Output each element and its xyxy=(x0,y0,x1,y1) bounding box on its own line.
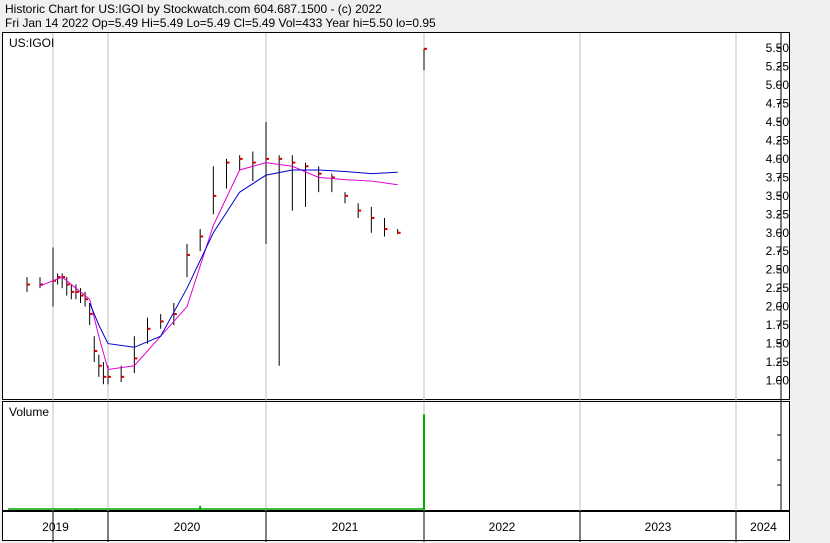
symbol-label: US:IGOI xyxy=(9,36,55,50)
price-tick-label: 4.75 xyxy=(766,96,790,110)
price-tick-label: 1.50 xyxy=(766,337,790,351)
price-tick-label: 4.00 xyxy=(766,152,790,166)
price-tick-label: 2.25 xyxy=(766,281,790,295)
price-tick-label: 3.75 xyxy=(766,170,790,184)
ma-long-line xyxy=(89,169,398,348)
price-tick-label: 5.00 xyxy=(766,78,790,92)
price-pane: 1.00 1.25 1.50 1.75 2.00 2.25 2.50 2.75 3.00 3.25… xyxy=(2,32,790,401)
year-axis-svg: 2019 2020 2021 2022 2023 2024 xyxy=(42,512,777,542)
year-label: 2019 xyxy=(42,520,69,534)
price-tick-label: 1.00 xyxy=(766,374,790,388)
year-label: 2022 xyxy=(489,520,516,534)
price-tick-label: 3.50 xyxy=(766,189,790,203)
price-tick-label: 5.25 xyxy=(766,60,790,74)
year-label: 2023 xyxy=(645,520,672,534)
price-tick-label: 4.50 xyxy=(766,115,790,129)
chart-header-quote: Fri Jan 14 2022 Op=5.49 Hi=5.49 Lo=5.49 … xyxy=(5,16,436,30)
ma-short-line xyxy=(39,162,398,371)
price-tick-label: 3.00 xyxy=(766,226,790,240)
price-tick-label: 2.00 xyxy=(766,300,790,314)
year-axis: 2019 2020 2021 2022 2023 2024 xyxy=(2,511,790,542)
price-tick-label: 1.25 xyxy=(766,355,790,369)
price-tick-label: 5.50 xyxy=(766,41,790,55)
year-label: 2021 xyxy=(332,520,359,534)
price-tick-label: 2.50 xyxy=(766,263,790,277)
volume-pane: 300 k600 k900 k Volume xyxy=(2,401,790,512)
price-tick-label: 1.75 xyxy=(766,318,790,332)
volume-chart: 300 k600 k900 k xyxy=(8,402,782,512)
price-tick-label: 4.25 xyxy=(766,133,790,147)
price-chart: 1.00 1.25 1.50 1.75 2.00 2.25 2.50 2.75 3.00 3.25… xyxy=(26,33,790,401)
price-tick-label: 3.25 xyxy=(766,207,790,221)
volume-label: Volume xyxy=(9,405,50,419)
year-label: 2020 xyxy=(174,520,201,534)
chart-header-title: Historic Chart for US:IGOI by Stockwatch… xyxy=(5,2,382,16)
year-label: 2024 xyxy=(750,520,777,534)
price-tick-label: 2.75 xyxy=(766,244,790,258)
